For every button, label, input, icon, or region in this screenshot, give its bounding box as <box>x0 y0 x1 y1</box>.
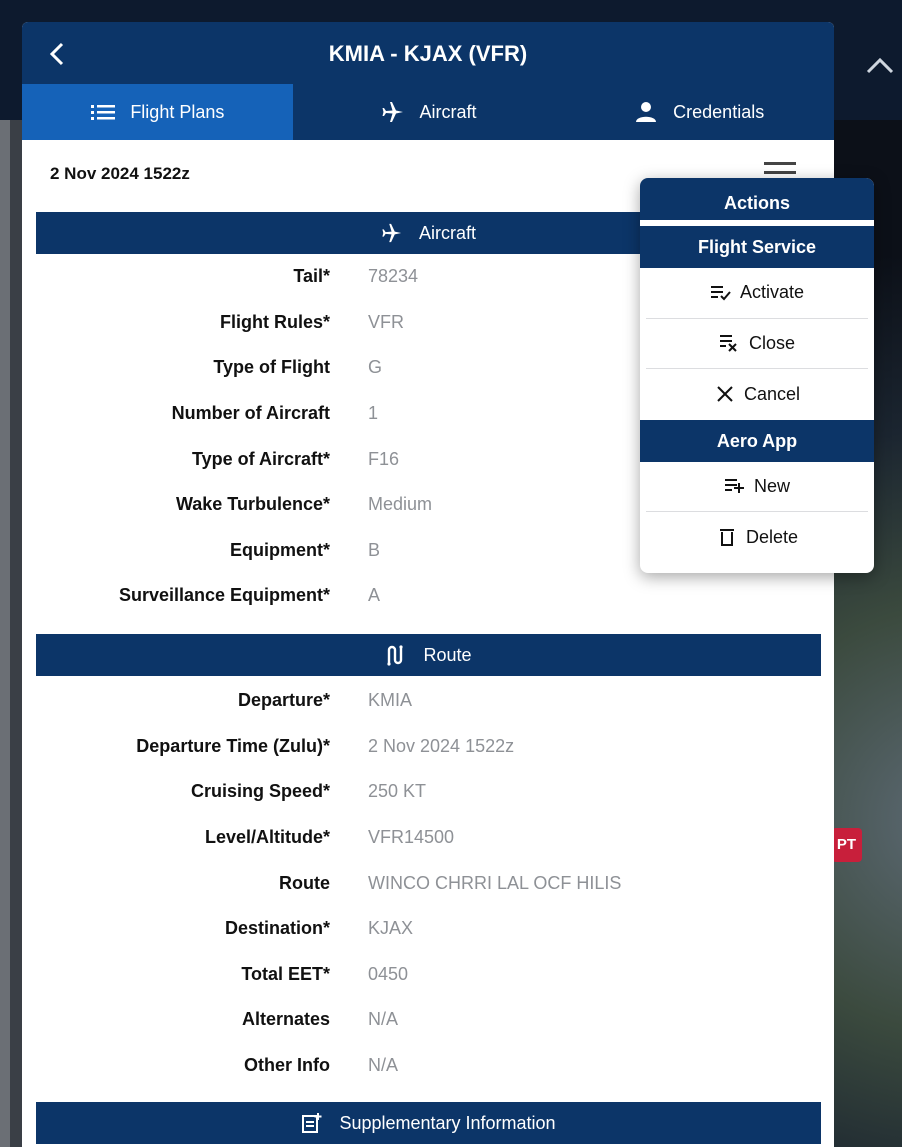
field-value: N/A <box>368 1055 399 1076</box>
route-section-header: Route <box>36 634 821 676</box>
trash-icon <box>716 526 738 548</box>
flight-service-header: Flight Service <box>640 226 874 268</box>
flight-date: 2 Nov 2024 1522z <box>50 164 190 183</box>
x-icon <box>714 383 736 405</box>
actions-menu-title: Actions <box>640 178 874 226</box>
field-value: KJAX <box>368 918 414 939</box>
tab-flight-plans[interactable]: Flight Plans <box>22 84 293 140</box>
field-value: 250 KT <box>368 781 427 802</box>
field-label: Equipment* <box>229 539 330 560</box>
map-airport-badge[interactable]: PT <box>832 828 862 862</box>
field-value: Medium <box>368 494 433 515</box>
field-label: Cruising Speed* <box>190 781 330 802</box>
field-row[interactable]: Cruising Speed* 250 KT <box>22 769 834 815</box>
tab-aircraft[interactable]: Aircraft <box>293 84 564 140</box>
field-label: Departure* <box>237 690 330 711</box>
actions-menu: Actions Flight Service Activate Close Ca… <box>640 178 874 573</box>
field-label: Level/Altitude* <box>204 827 330 848</box>
field-row[interactable]: Other Info N/A <box>22 1043 834 1089</box>
close-button[interactable]: Close <box>646 319 868 369</box>
field-row[interactable]: Destination* KJAX <box>22 906 834 952</box>
field-row[interactable]: Surveillance Equipment* A <box>22 573 834 619</box>
field-row[interactable]: Route WINCO CHRRI LAL OCF HILIS <box>22 860 834 906</box>
tab-label: Flight Plans <box>130 101 225 122</box>
field-row[interactable]: Departure* KMIA <box>22 678 834 724</box>
field-label: Alternates <box>241 1009 330 1030</box>
field-value: F16 <box>368 448 400 469</box>
title-bar: KMIA - KJAX (VFR) <box>22 22 834 84</box>
person-icon <box>633 99 659 125</box>
section-title: Supplementary Information <box>339 1112 556 1133</box>
menu-item-label: Cancel <box>743 383 801 404</box>
field-label: Departure Time (Zulu)* <box>136 735 330 756</box>
field-label: Flight Rules* <box>219 311 330 332</box>
field-row[interactable]: Alternates N/A <box>22 997 834 1043</box>
field-label: Route <box>279 872 330 893</box>
field-label: Surveillance Equipment* <box>118 585 330 606</box>
field-value: G <box>368 357 383 378</box>
field-label: Total EET* <box>241 963 330 984</box>
new-button[interactable]: New <box>646 462 868 512</box>
section-title: Aircraft <box>418 222 476 243</box>
aero-app-header: Aero App <box>640 419 874 462</box>
field-value: VFR14500 <box>368 827 455 848</box>
route-icon <box>385 644 407 666</box>
tab-label: Credentials <box>673 101 765 122</box>
field-value: WINCO CHRRI LAL OCF HILIS <box>368 872 622 893</box>
supplementary-section-header[interactable]: Supplementary Information <box>36 1102 821 1144</box>
field-value: B <box>368 539 381 560</box>
list-icon <box>90 99 116 125</box>
list-x-icon <box>719 332 741 354</box>
field-label: Number of Aircraft <box>171 403 330 424</box>
field-label: Destination* <box>224 918 330 939</box>
background-left-strip <box>0 120 10 1147</box>
activate-button[interactable]: Activate <box>646 268 868 319</box>
delete-button[interactable]: Delete <box>646 512 868 563</box>
document-plus-icon <box>301 1112 323 1134</box>
menu-item-label: New <box>753 475 790 496</box>
field-label: Other Info <box>244 1055 330 1076</box>
tab-credentials[interactable]: Credentials <box>563 84 834 140</box>
field-value: 1 <box>368 403 379 424</box>
field-label: Wake Turbulence* <box>175 494 330 515</box>
airplane-icon <box>381 222 403 244</box>
field-value: VFR <box>368 311 404 332</box>
airplane-icon <box>380 99 406 125</box>
chevron-up-icon[interactable] <box>858 42 902 86</box>
field-value: N/A <box>368 1009 399 1030</box>
field-label: Type of Aircraft* <box>191 448 330 469</box>
field-row[interactable]: Departure Time (Zulu)* 2 Nov 2024 1522z <box>22 724 834 770</box>
page-title: KMIA - KJAX (VFR) <box>328 41 528 66</box>
tab-label: Aircraft <box>419 101 477 122</box>
field-value: 2 Nov 2024 1522z <box>368 735 515 756</box>
field-value: 78234 <box>368 266 419 287</box>
cancel-button[interactable]: Cancel <box>646 369 868 420</box>
menu-item-label: Delete <box>745 526 799 547</box>
route-fields: Departure* KMIA Departure Time (Zulu)* 2 N… <box>22 678 834 1088</box>
menu-item-label: Close <box>748 332 796 353</box>
list-plus-icon <box>724 475 746 497</box>
field-row[interactable]: Level/Altitude* VFR14500 <box>22 815 834 861</box>
field-value: A <box>368 585 381 606</box>
list-check-icon <box>710 282 732 304</box>
section-title: Route <box>423 644 472 665</box>
field-label: Type of Flight <box>213 357 330 378</box>
field-value: 0450 <box>368 963 409 984</box>
field-row[interactable]: Total EET* 0450 <box>22 952 834 998</box>
field-value: KMIA <box>368 690 413 711</box>
tab-bar: Flight Plans Aircraft Credentials <box>22 84 834 140</box>
menu-item-label: Activate <box>739 282 805 303</box>
field-label: Tail* <box>293 266 330 287</box>
